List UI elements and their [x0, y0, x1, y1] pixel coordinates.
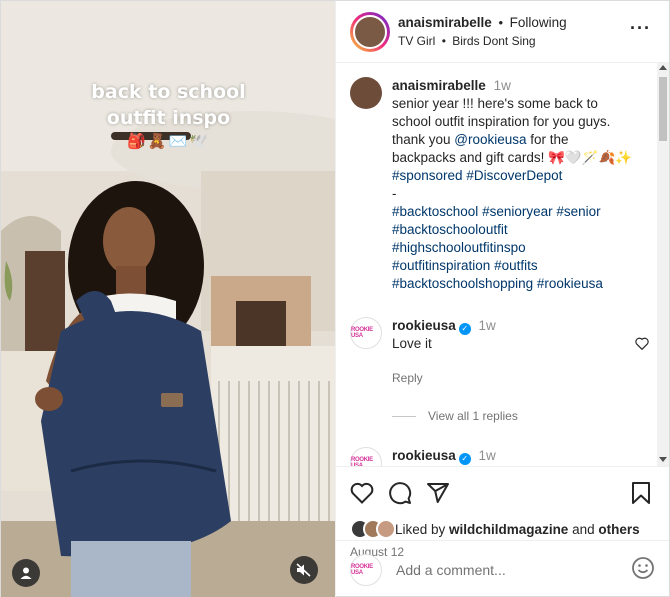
- comment-text: Love it: [392, 336, 432, 351]
- reply-button[interactable]: Reply: [392, 369, 496, 387]
- comment-input[interactable]: [396, 561, 631, 578]
- hashtag-link[interactable]: #outfitinspiration: [392, 258, 490, 273]
- comment-button[interactable]: [388, 481, 412, 508]
- commenter-avatar[interactable]: ROOKIE USA: [350, 447, 382, 466]
- hashtag-link[interactable]: #backtoschoolshopping: [392, 276, 533, 291]
- current-user-avatar: ROOKIE USA: [350, 553, 382, 586]
- hashtag-link[interactable]: #sponsored: [392, 168, 463, 183]
- view-replies-button[interactable]: View all 1 replies: [392, 409, 651, 423]
- caption-emoji: 🎀🤍🪄🍂✨: [548, 150, 633, 165]
- caption-line-2: school outfit inspiration for you guys.: [392, 114, 611, 129]
- caption-line-dash: -: [392, 186, 397, 201]
- save-button[interactable]: [631, 482, 651, 507]
- bookmark-icon: [632, 482, 650, 504]
- comment-icon: [389, 481, 412, 504]
- commenter-avatar[interactable]: ROOKIE USA: [350, 317, 382, 349]
- scroll-down-arrow-icon[interactable]: [659, 457, 667, 462]
- liker-avatars[interactable]: [350, 519, 396, 539]
- mention-link[interactable]: @rookieusa: [454, 132, 526, 147]
- verified-badge-icon: ✓: [458, 323, 471, 335]
- likes-summary: Liked by wildchildmagazine and others: [350, 519, 655, 539]
- hashtag-link[interactable]: #senior: [556, 204, 600, 219]
- post-caption: anaismirabelle 1w senior year !!! here's…: [350, 77, 651, 293]
- heart-icon: [635, 337, 649, 351]
- comment-item: ROOKIE USA rookieusa ✓ 1w: [350, 447, 651, 466]
- share-button[interactable]: [426, 481, 450, 508]
- overlay-caption-line1: back to school: [91, 81, 246, 103]
- caption-time[interactable]: 1w: [494, 78, 511, 93]
- hashtag-link[interactable]: #senioryear: [482, 204, 553, 219]
- add-comment-bar: ROOKIE USA: [336, 540, 669, 597]
- overlay-caption-line2: outfit inspo: [106, 107, 231, 129]
- comment-item: ROOKIE USA rookieusa ✓ 1w Love it Reply: [350, 317, 651, 387]
- post-header: anaismirabelle • Following TV Girl • Bir…: [336, 1, 669, 63]
- comment-time[interactable]: 1w: [479, 448, 496, 463]
- audio-artist: TV Girl: [398, 33, 436, 48]
- likes-others-link[interactable]: others: [598, 522, 639, 537]
- audio-track: Birds Dont Sing: [452, 33, 536, 48]
- audio-attribution[interactable]: TV Girl • Birds Dont Sing: [398, 32, 567, 50]
- comment-like-button[interactable]: [635, 337, 649, 353]
- caption-author-avatar[interactable]: [350, 77, 382, 109]
- hashtag-link[interactable]: #backtoschooloutfit: [392, 222, 508, 237]
- user-icon: [20, 567, 32, 579]
- mute-toggle-button[interactable]: [290, 556, 318, 584]
- scroll-thumb[interactable]: [659, 77, 667, 141]
- hashtag-link[interactable]: #outfits: [494, 258, 538, 273]
- commenter-username[interactable]: rookieusa: [392, 318, 456, 333]
- scroll-up-arrow-icon[interactable]: [659, 65, 667, 70]
- caption-line-1: senior year !!! here's some back to: [392, 96, 598, 111]
- hashtag-link[interactable]: #backtoschool: [392, 204, 478, 219]
- post-details-panel: anaismirabelle • Following TV Girl • Bir…: [335, 1, 669, 597]
- overlay-caption: back to school outfit inspo: [1, 79, 335, 131]
- commenter-username[interactable]: rookieusa: [392, 448, 456, 463]
- more-horizontal-icon: ···: [630, 18, 651, 38]
- post-actions: Liked by wildchildmagazine and others Au…: [336, 466, 669, 597]
- following-button[interactable]: Following: [510, 15, 567, 30]
- post-media-video[interactable]: back to school outfit inspo 🎒🧸✉️🕊️: [1, 1, 335, 597]
- send-icon: [427, 482, 449, 503]
- separator: •: [498, 14, 503, 30]
- like-button[interactable]: [350, 482, 374, 507]
- liked-by-user-link[interactable]: wildchildmagazine: [449, 522, 568, 537]
- overlay-emoji: 🎒🧸✉️🕊️: [127, 133, 210, 150]
- comments-section[interactable]: anaismirabelle 1w senior year !!! here's…: [336, 63, 669, 466]
- emoji-picker-button[interactable]: [631, 556, 655, 583]
- instagram-post: back to school outfit inspo 🎒🧸✉️🕊️ anais…: [0, 0, 670, 597]
- hashtag-link[interactable]: #rookieusa: [537, 276, 603, 291]
- author-avatar[interactable]: [350, 11, 390, 52]
- caption-username[interactable]: anaismirabelle: [392, 78, 486, 93]
- comments-scrollbar[interactable]: [657, 63, 669, 466]
- verified-badge-icon: ✓: [458, 453, 471, 465]
- author-username[interactable]: anaismirabelle: [398, 15, 492, 30]
- comment-time[interactable]: 1w: [479, 318, 496, 333]
- more-options-button[interactable]: ···: [630, 19, 651, 37]
- heart-icon: [350, 482, 374, 504]
- hashtag-link[interactable]: #DiscoverDepot: [466, 168, 562, 183]
- speaker-muted-icon: [296, 563, 311, 577]
- smiley-icon: [632, 557, 654, 579]
- hashtag-link[interactable]: #highschooloutfitinspo: [392, 240, 526, 255]
- user-tags-button[interactable]: [12, 559, 40, 587]
